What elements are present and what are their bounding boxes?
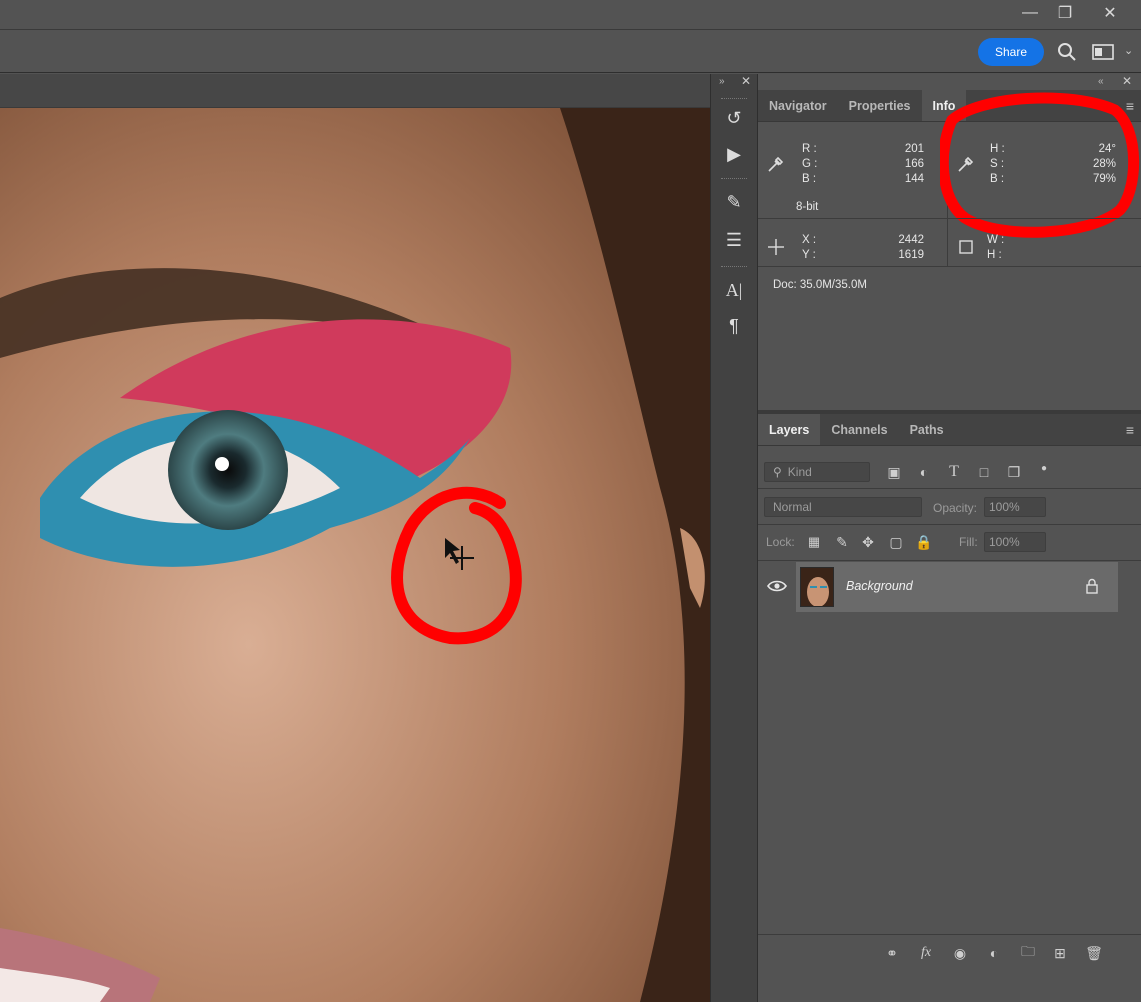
filter-toggle-icon[interactable]: ●: [1034, 458, 1054, 478]
tab-paths[interactable]: Paths: [899, 414, 955, 445]
character-icon[interactable]: A|: [719, 276, 749, 304]
link-layers-icon[interactable]: ⚭: [882, 943, 902, 963]
bit-depth: 8-bit: [796, 201, 819, 213]
title-bar: — ❐ ✕: [0, 0, 1141, 30]
tab-properties[interactable]: Properties: [838, 90, 922, 121]
opacity-label: Opacity:: [933, 501, 978, 515]
document-tab-bar: [0, 74, 710, 108]
w-label: W :: [987, 234, 1005, 246]
lock-transparent-icon[interactable]: ▦: [804, 532, 824, 552]
restore-icon[interactable]: ❐: [1045, 0, 1085, 26]
minimize-icon[interactable]: —: [1010, 0, 1050, 26]
actions-play-icon[interactable]: ▶: [719, 140, 749, 168]
eyedropper-icon[interactable]: [766, 154, 786, 174]
layer-thumbnail[interactable]: [800, 567, 834, 607]
opacity-value: 100%: [989, 500, 1020, 514]
search-icon: ⚲: [773, 465, 782, 479]
tab-navigator[interactable]: Navigator: [758, 90, 838, 121]
selection-size-icon: [956, 237, 976, 257]
strip-grip[interactable]: [721, 178, 747, 181]
fill-input[interactable]: 100%: [984, 532, 1046, 552]
options-bar: [0, 31, 1141, 73]
panel-menu-icon[interactable]: ≡: [1126, 422, 1134, 438]
workspace-icon[interactable]: [1092, 43, 1114, 61]
layer-name[interactable]: Background: [846, 579, 913, 593]
b-label: B :: [802, 173, 817, 185]
close-icon[interactable]: ✕: [1122, 74, 1132, 88]
lock-artboard-icon[interactable]: ▢: [886, 532, 906, 552]
y-value: 1619: [898, 249, 924, 261]
blend-mode-value: Normal: [773, 500, 812, 514]
r-value: 201: [904, 143, 924, 155]
annotation-circle: [940, 92, 1140, 238]
collapse-icon[interactable]: «: [1098, 76, 1104, 87]
brushes-icon[interactable]: ☰: [719, 226, 749, 254]
opacity-input[interactable]: 100%: [984, 497, 1046, 517]
chevron-down-icon[interactable]: ⌄: [1124, 44, 1133, 57]
filter-adjustment-icon[interactable]: ◐: [914, 462, 934, 482]
r-label: R :: [802, 143, 817, 155]
filter-type-icon[interactable]: T: [944, 462, 964, 482]
image-canvas[interactable]: [0, 108, 710, 1002]
fill-value: 100%: [989, 535, 1020, 549]
lock-image-icon[interactable]: ✎: [832, 532, 852, 552]
g-value: 166: [904, 158, 924, 170]
eye-icon[interactable]: [766, 578, 788, 594]
lock-icon[interactable]: [1084, 578, 1100, 594]
tab-channels[interactable]: Channels: [820, 414, 898, 445]
close-icon[interactable]: ✕: [1090, 0, 1130, 26]
fx-icon[interactable]: fx: [916, 943, 936, 963]
trash-icon[interactable]: 🗑: [1084, 943, 1104, 963]
search-icon[interactable]: [1056, 41, 1078, 63]
lock-position-icon[interactable]: ✥: [858, 532, 878, 552]
add-mask-icon[interactable]: ◉: [950, 943, 970, 963]
filter-kind-label: Kind: [787, 465, 812, 479]
x-value: 2442: [898, 234, 924, 246]
close-icon[interactable]: ✕: [741, 74, 751, 88]
doc-size: Doc: 35.0M/35.0M: [773, 279, 867, 291]
lock-label: Lock:: [766, 535, 795, 549]
filter-shape-icon[interactable]: □: [974, 462, 994, 482]
g-label: G :: [802, 158, 818, 170]
new-group-icon[interactable]: 🗀: [1018, 943, 1038, 963]
right-panel-dock: « ✕ Navigator Properties Info ≡ R : G : …: [757, 74, 1141, 1002]
filter-pixel-icon[interactable]: ▣: [884, 462, 904, 482]
share-button[interactable]: Share: [978, 38, 1044, 66]
x-label: X :: [802, 234, 817, 246]
layers-footer: ⚭ fx ◉ ◐ 🗀 ⊞ 🗑: [758, 935, 1141, 971]
paragraph-icon[interactable]: ¶: [719, 312, 749, 340]
new-layer-icon[interactable]: ⊞: [1050, 943, 1070, 963]
b-value: 144: [904, 173, 924, 185]
y-label: Y :: [802, 249, 816, 261]
layer-row[interactable]: Background: [758, 562, 1141, 612]
history-icon[interactable]: ↺: [719, 104, 749, 132]
tab-layers[interactable]: Layers: [758, 414, 821, 445]
lock-all-icon[interactable]: 🔒: [914, 532, 934, 552]
layers-panel-tabs: Layers Channels Paths ≡: [758, 414, 1141, 446]
fill-label: Fill:: [959, 535, 978, 549]
layer-filter-select[interactable]: ⚲ Kind: [764, 462, 870, 482]
collapse-icon[interactable]: »: [719, 76, 725, 87]
brush-settings-icon[interactable]: ✎: [719, 188, 749, 216]
strip-grip[interactable]: [721, 266, 747, 269]
panel-dock-strip: » ✕ ↺ ▶ ✎ ☰ A| ¶: [710, 74, 757, 1002]
crosshair-icon: [766, 237, 786, 257]
strip-grip[interactable]: [721, 98, 747, 101]
filter-smart-object-icon[interactable]: ❐: [1004, 462, 1024, 482]
h-size-label: H :: [987, 249, 1002, 261]
adjustment-layer-icon[interactable]: ◐: [984, 943, 1004, 963]
blend-mode-select[interactable]: Normal: [764, 497, 922, 517]
